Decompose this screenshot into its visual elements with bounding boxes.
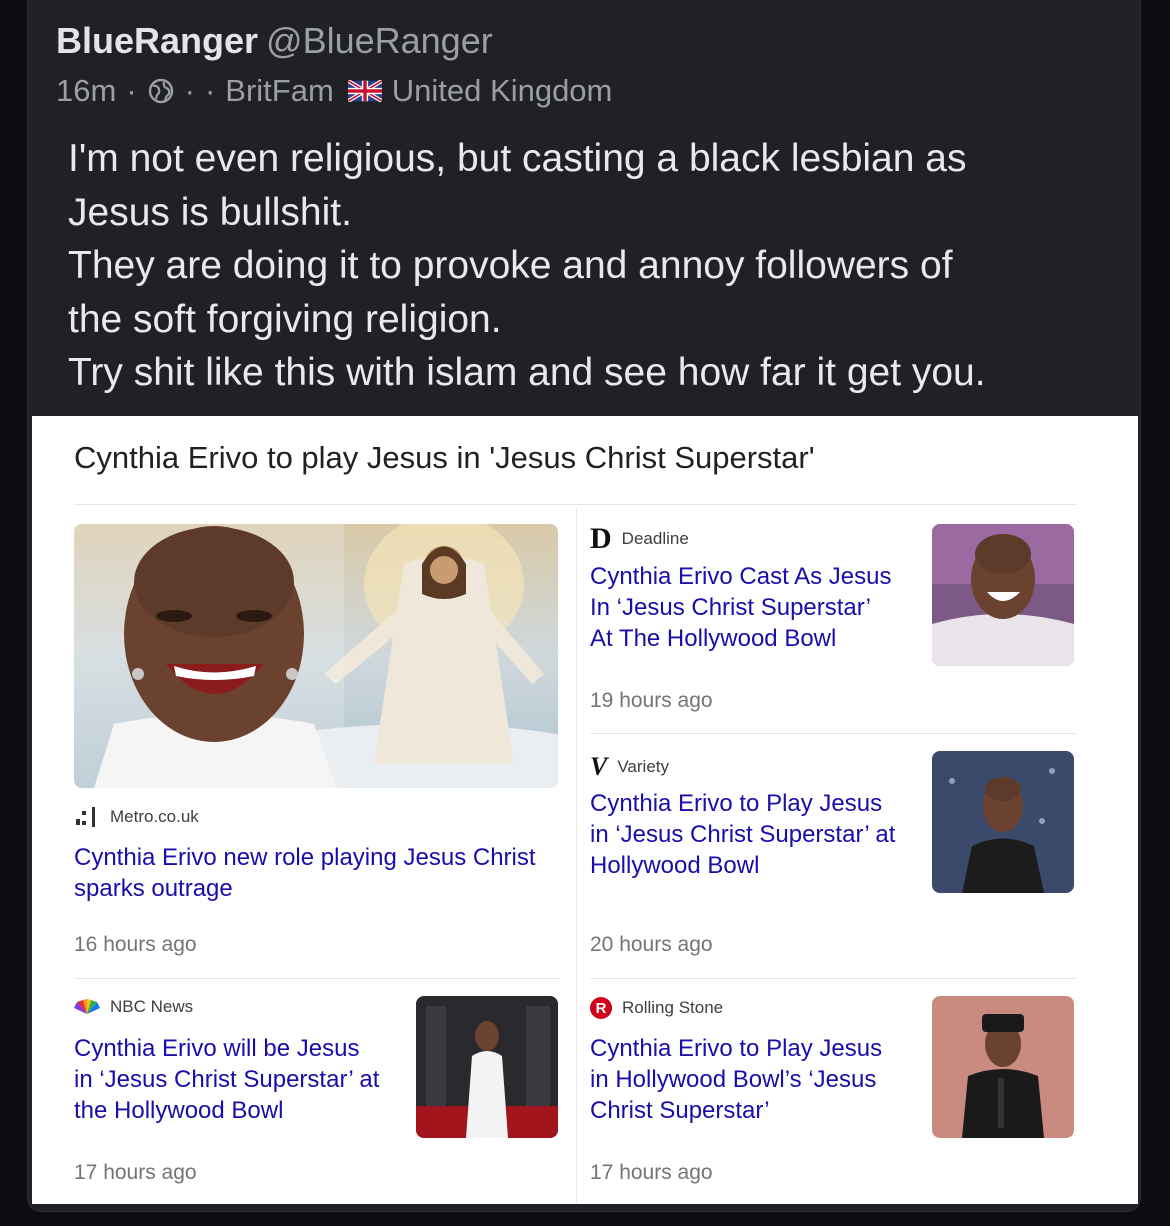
divider — [74, 978, 560, 979]
thumbnail-art — [416, 996, 558, 1138]
thumbnail-art — [932, 524, 1074, 666]
story-title-line[interactable]: Cynthia Erivo will be Jesus — [74, 1033, 379, 1064]
story-title-line[interactable]: Cynthia Erivo Cast As Jesus — [590, 561, 891, 592]
nbc-peacock-icon — [74, 999, 100, 1014]
story-thumbnail[interactable] — [416, 996, 558, 1138]
news-screenshot: Cynthia Erivo to play Jesus in 'Jesus Ch… — [32, 416, 1138, 1204]
rolling-stone-logo-icon: R — [590, 997, 612, 1019]
post-text-line: They are doing it to provoke and annoy f… — [68, 244, 953, 287]
story-title-line[interactable]: Cynthia Erivo to Play Jesus — [590, 788, 895, 819]
divider — [590, 733, 1076, 734]
post-time: 16m — [56, 73, 117, 108]
metro-logo-icon — [76, 807, 95, 827]
community-link[interactable]: BritFam — [225, 73, 334, 109]
post-text-line: I'm not even religious, but casting a bl… — [68, 137, 967, 180]
story-time: 20 hours ago — [590, 933, 713, 956]
variety-logo-icon: V — [590, 752, 608, 781]
story-title-line[interactable]: in ‘Jesus Christ Superstar’ at — [590, 819, 895, 850]
story-title[interactable]: Cynthia Erivo will be Jesus in ‘Jesus Ch… — [74, 1033, 379, 1126]
story-title-line[interactable]: Hollywood Bowl — [590, 850, 895, 881]
uk-flag-icon — [347, 80, 382, 102]
story-title-line[interactable]: Christ Superstar’ — [590, 1095, 882, 1126]
story-source: Metro.co.uk — [74, 805, 199, 829]
story-title-line[interactable]: Cynthia Erivo to Play Jesus — [590, 1033, 882, 1064]
story-title[interactable]: Cynthia Erivo to Play Jesus in ‘Jesus Ch… — [590, 788, 895, 881]
post-meta: 16m · · · BritFam United Kingdom — [56, 73, 612, 109]
story-title-line[interactable]: the Hollywood Bowl — [74, 1095, 379, 1126]
story-title-line[interactable]: At The Hollywood Bowl — [590, 623, 891, 654]
story-title-line[interactable]: In ‘Jesus Christ Superstar’ — [590, 592, 891, 623]
story-title-line[interactable]: in ‘Jesus Christ Superstar’ at — [74, 1064, 379, 1095]
story-time: 17 hours ago — [590, 1161, 713, 1184]
story-source: V Variety — [590, 752, 669, 782]
story-thumbnail[interactable] — [932, 524, 1074, 666]
story-image-art — [74, 524, 558, 788]
divider — [74, 504, 1076, 505]
meta-separator: · — [184, 73, 195, 108]
source-name: Deadline — [621, 529, 689, 548]
post-author: BlueRanger @BlueRanger — [56, 20, 493, 62]
author-name[interactable]: BlueRanger — [56, 20, 258, 61]
post-text-line: Jesus is bullshit. — [68, 190, 352, 234]
story-time: 16 hours ago — [74, 933, 197, 956]
story-title-line[interactable]: Cynthia Erivo new role playing Jesus Chr… — [74, 842, 536, 873]
story-title[interactable]: Cynthia Erivo new role playing Jesus Chr… — [74, 842, 536, 904]
thumbnail-art — [932, 751, 1074, 893]
post-location: United Kingdom — [391, 73, 613, 108]
story-thumbnail[interactable] — [932, 996, 1074, 1138]
story-image[interactable] — [74, 524, 558, 788]
story-title[interactable]: Cynthia Erivo Cast As Jesus In ‘Jesus Ch… — [590, 561, 891, 654]
story-source: R Rolling Stone — [590, 997, 723, 1019]
meta-separator: · — [126, 73, 137, 108]
post-card: BlueRanger @BlueRanger 16m · · · BritFam … — [27, 0, 1141, 1212]
globe-icon — [148, 78, 173, 104]
story-title-line[interactable]: sparks outrage — [74, 873, 536, 904]
post-body: I'm not even religious, but casting a bl… — [68, 132, 1128, 400]
story-title[interactable]: Cynthia Erivo to Play Jesus in Hollywood… — [590, 1033, 882, 1126]
deadline-logo-icon: D — [590, 522, 612, 555]
story-time: 19 hours ago — [590, 689, 713, 712]
source-name: Rolling Stone — [622, 998, 724, 1017]
story-thumbnail[interactable] — [932, 751, 1074, 893]
story-time: 17 hours ago — [74, 1161, 197, 1184]
source-name: NBC News — [110, 997, 194, 1016]
source-name: Variety — [617, 757, 669, 776]
author-handle[interactable]: @BlueRanger — [266, 20, 493, 61]
post-text-line: Try shit like this with islam and see ho… — [68, 351, 986, 394]
thumbnail-art — [932, 996, 1074, 1138]
story-source: D Deadline — [590, 522, 689, 556]
post-text-line: the soft forgiving religion. — [68, 297, 502, 341]
story-source: NBC News — [74, 997, 193, 1017]
news-headline: Cynthia Erivo to play Jesus in 'Jesus Ch… — [74, 440, 815, 475]
divider — [576, 508, 577, 1204]
story-title-line[interactable]: in Hollywood Bowl’s ‘Jesus — [590, 1064, 882, 1095]
meta-separator: · — [204, 73, 216, 108]
source-name: Metro.co.uk — [110, 807, 199, 826]
divider — [590, 978, 1076, 979]
